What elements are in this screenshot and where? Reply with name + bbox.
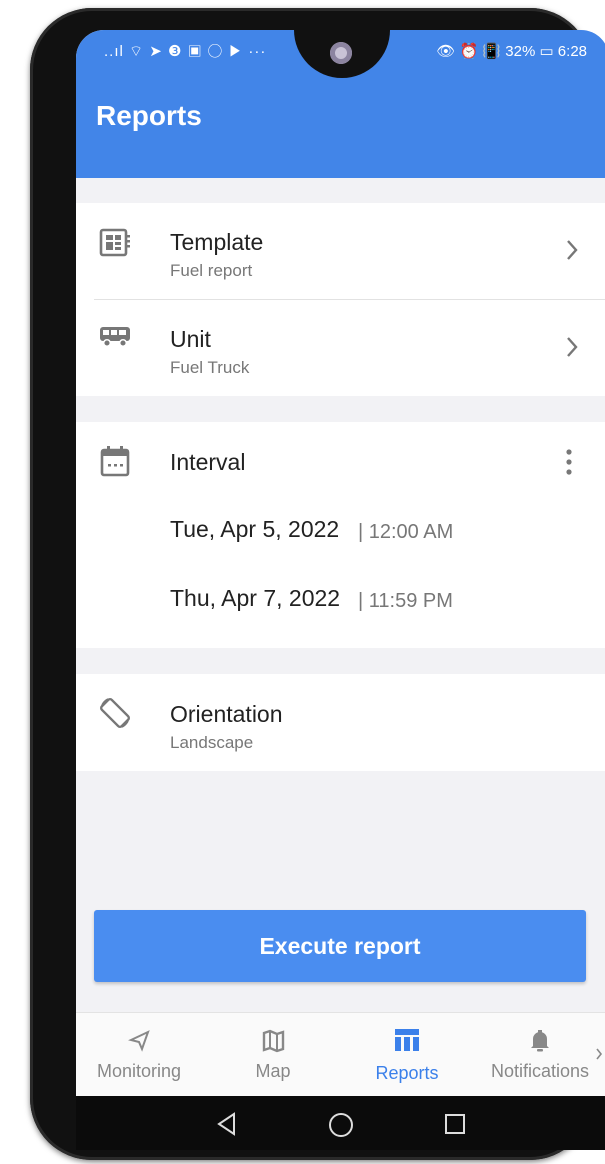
bottom-tab-bar: Monitoring Map Reports Notifications [76,1012,605,1097]
to-time: | 11:59 PM [358,590,453,612]
execute-report-button[interactable]: Execute report [94,910,586,982]
template-row[interactable]: Template Fuel report [76,203,605,299]
back-icon[interactable] [216,1112,238,1136]
template-icon [99,228,130,257]
navigation-arrow-icon [128,1030,150,1052]
tab-monitoring[interactable]: Monitoring [80,1013,198,1097]
screen-rotation-icon [99,697,131,729]
chevron-right-icon [565,332,579,366]
front-camera [330,42,352,64]
chevron-right-icon[interactable] [595,1047,603,1061]
phone-frame: ..ıl ⌔ ➤ ❸ ▣ ◯ ▶ ··· 👁 ⏰ 📳 32% ▭ 6:28 Re… [30,8,605,1160]
bell-icon [531,1030,549,1052]
from-time: | 12:00 AM [358,521,454,543]
chevron-right-icon [565,235,579,269]
tab-label: Notifications [490,1061,590,1081]
report-settings-card: Template Fuel report Unit Fuel Truck [76,203,605,396]
template-label: Template [170,229,264,255]
tab-label: Map [255,1061,291,1081]
status-right-info: 👁 ⏰ 📳 32% ▭ 6:28 [436,43,587,60]
interval-to[interactable]: Thu, Apr 7, 2022 | 11:59 PM [76,572,605,622]
tab-label: Reports [375,1063,439,1083]
tab-reports[interactable]: Reports [348,1013,466,1097]
app-screen: ..ıl ⌔ ➤ ❸ ▣ ◯ ▶ ··· 👁 ⏰ 📳 32% ▭ 6:28 Re… [76,30,605,1150]
map-icon [262,1029,285,1053]
orientation-value: Landscape [170,733,254,752]
reports-table-icon [395,1029,419,1051]
unit-row[interactable]: Unit Fuel Truck [76,300,605,396]
calendar-icon [100,446,130,477]
orientation-label: Orientation [170,701,283,727]
interval-card: Interval Tue, Apr 5, 2022 | 12:00 AM Thu… [76,422,605,648]
recents-icon[interactable] [444,1113,466,1135]
template-value: Fuel report [170,261,253,280]
from-date: Tue, Apr 5, 2022 [170,516,340,542]
truck-icon [100,327,130,348]
page-title: Reports [96,100,202,131]
status-left-icons: ..ıl ⌔ ➤ ❸ ▣ ◯ ▶ ··· [104,43,267,60]
unit-label: Unit [170,326,211,352]
tab-map[interactable]: Map [214,1013,332,1097]
tab-label: Monitoring [96,1061,182,1081]
more-vertical-icon[interactable] [565,448,573,476]
interval-label: Interval [170,449,246,475]
system-navigation-bar [76,1096,605,1150]
tab-notifications[interactable]: Notifications [478,1013,602,1097]
interval-from[interactable]: Tue, Apr 5, 2022 | 12:00 AM [76,502,605,552]
unit-value: Fuel Truck [170,358,250,377]
orientation-row[interactable]: Orientation Landscape [76,674,605,771]
to-date: Thu, Apr 7, 2022 [170,585,341,611]
home-icon[interactable] [328,1112,354,1138]
